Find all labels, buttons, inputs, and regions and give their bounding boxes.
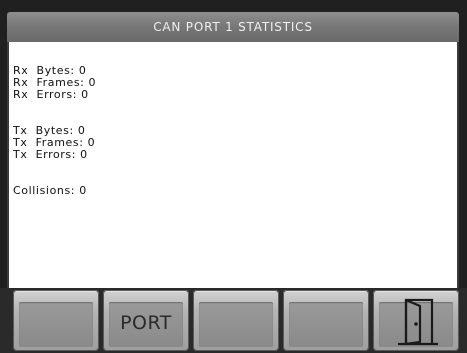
softkey-face [19,302,93,347]
page-title: CAN PORT 1 STATISTICS [153,20,313,34]
rx-errors-stat: Rx Errors: 0 [13,88,89,101]
softkey-3-button[interactable] [193,290,279,351]
port-button-label: PORT [120,312,172,334]
title-bar: CAN PORT 1 STATISTICS [7,12,459,42]
collisions-stat: Collisions: 0 [13,184,87,197]
tx-errors-stat: Tx Errors: 0 [13,148,88,161]
statistics-list: Rx Bytes: 0 Rx Frames: 0 Rx Errors: 0 Tx… [13,65,96,197]
exit-door-icon [398,298,438,346]
port-button[interactable]: PORT [103,290,189,351]
statistics-panel: Rx Bytes: 0 Rx Frames: 0 Rx Errors: 0 Tx… [7,42,459,288]
softkey-face [199,302,273,347]
softkey-1-button[interactable] [13,290,99,351]
can-statistics-screen: CAN PORT 1 STATISTICS Rx Bytes: 0 Rx Fra… [0,0,467,353]
softkey-4-button[interactable] [283,290,369,351]
exit-button[interactable] [373,290,459,351]
softkey-bar: PORT [0,288,467,353]
softkey-face [289,302,363,347]
